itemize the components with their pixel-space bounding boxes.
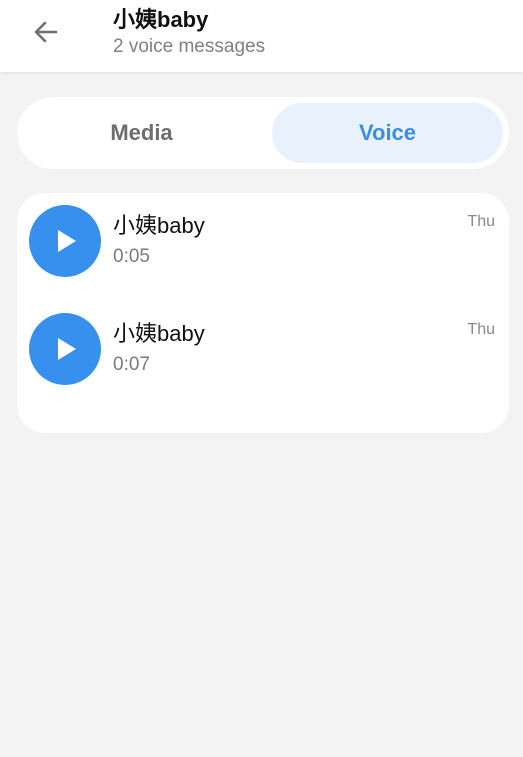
media-type-tabs: Media Voice xyxy=(17,97,509,169)
voice-message-item[interactable]: 小姨baby 0:07 Thu xyxy=(17,313,509,393)
tab-media[interactable]: Media xyxy=(23,103,260,163)
play-icon xyxy=(58,338,76,360)
play-icon xyxy=(58,230,76,252)
voice-message-list: 小姨baby 0:05 Thu 小姨baby 0:07 Thu xyxy=(17,193,509,433)
voice-message-item[interactable]: 小姨baby 0:05 Thu xyxy=(17,205,509,285)
play-button[interactable] xyxy=(29,205,101,277)
tab-voice[interactable]: Voice xyxy=(272,103,503,163)
voice-message-duration: 0:07 xyxy=(113,354,150,375)
arrow-left-icon xyxy=(34,21,58,43)
chat-title: 小姨baby xyxy=(113,7,209,32)
voice-message-duration: 0:05 xyxy=(113,246,150,267)
back-button[interactable] xyxy=(24,10,68,54)
voice-message-date: Thu xyxy=(467,321,495,338)
voice-message-sender: 小姨baby xyxy=(113,321,205,346)
top-app-bar: 小姨baby 2 voice messages xyxy=(0,0,523,72)
voice-message-count: 2 voice messages xyxy=(113,36,266,57)
voice-message-sender: 小姨baby xyxy=(113,213,205,238)
play-button[interactable] xyxy=(29,313,101,385)
voice-message-date: Thu xyxy=(467,213,495,230)
